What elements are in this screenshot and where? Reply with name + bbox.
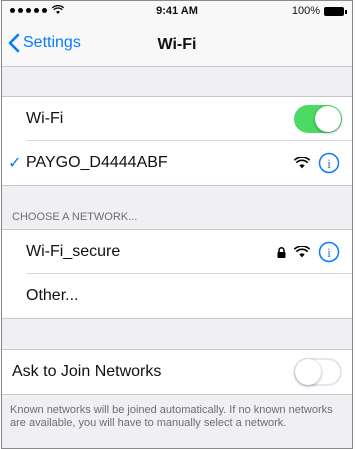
connected-network-row[interactable]: ✓ PAYGO_D4444ABF i	[2, 141, 352, 185]
navigation-bar: Settings Wi-Fi	[2, 23, 352, 67]
info-icon[interactable]: i	[318, 241, 340, 263]
network-list: Wi-Fi_secure i Other...	[2, 229, 352, 319]
settings-screen: 9:41 AM 100% Settings Wi-Fi Wi-Fi ✓ PAYG…	[1, 0, 353, 449]
wifi-icon	[294, 157, 310, 169]
status-bar: 9:41 AM 100%	[2, 1, 352, 23]
wifi-group: Wi-Fi ✓ PAYGO_D4444ABF i	[2, 96, 352, 186]
network-name: Wi-Fi_secure	[26, 243, 121, 260]
info-icon[interactable]: i	[318, 152, 340, 174]
wifi-label: Wi-Fi	[26, 110, 64, 127]
ask-to-join-toggle[interactable]	[294, 358, 342, 386]
network-row-wifi-secure[interactable]: Wi-Fi_secure i	[2, 230, 352, 274]
ask-to-join-row: Ask to Join Networks	[2, 350, 352, 394]
battery-icon	[324, 6, 347, 16]
battery-status: 100%	[291, 5, 347, 17]
toggle-knob	[295, 359, 321, 385]
network-name: Other...	[26, 287, 79, 304]
wifi-toggle[interactable]	[294, 105, 342, 133]
choose-network-header: CHOOSE A NETWORK...	[12, 211, 138, 223]
ask-to-join-footer: Known networks will be joined automatica…	[10, 404, 333, 429]
battery-percent: 100%	[291, 5, 320, 17]
network-status-icons: i	[294, 152, 340, 174]
wifi-toggle-row: Wi-Fi	[2, 97, 352, 141]
ask-to-join-group: Ask to Join Networks	[2, 349, 352, 395]
network-status-icons: i	[277, 241, 340, 263]
page-title: Wi-Fi	[157, 36, 197, 53]
wifi-icon	[294, 246, 310, 258]
checkmark-icon: ✓	[8, 155, 22, 172]
connected-network-name: PAYGO_D4444ABF	[26, 154, 168, 171]
network-row-other[interactable]: Other...	[2, 274, 352, 318]
svg-text:i: i	[327, 156, 331, 171]
svg-text:i: i	[327, 245, 331, 260]
lock-icon	[277, 246, 286, 258]
ask-to-join-label: Ask to Join Networks	[12, 363, 162, 380]
toggle-knob	[315, 106, 341, 132]
